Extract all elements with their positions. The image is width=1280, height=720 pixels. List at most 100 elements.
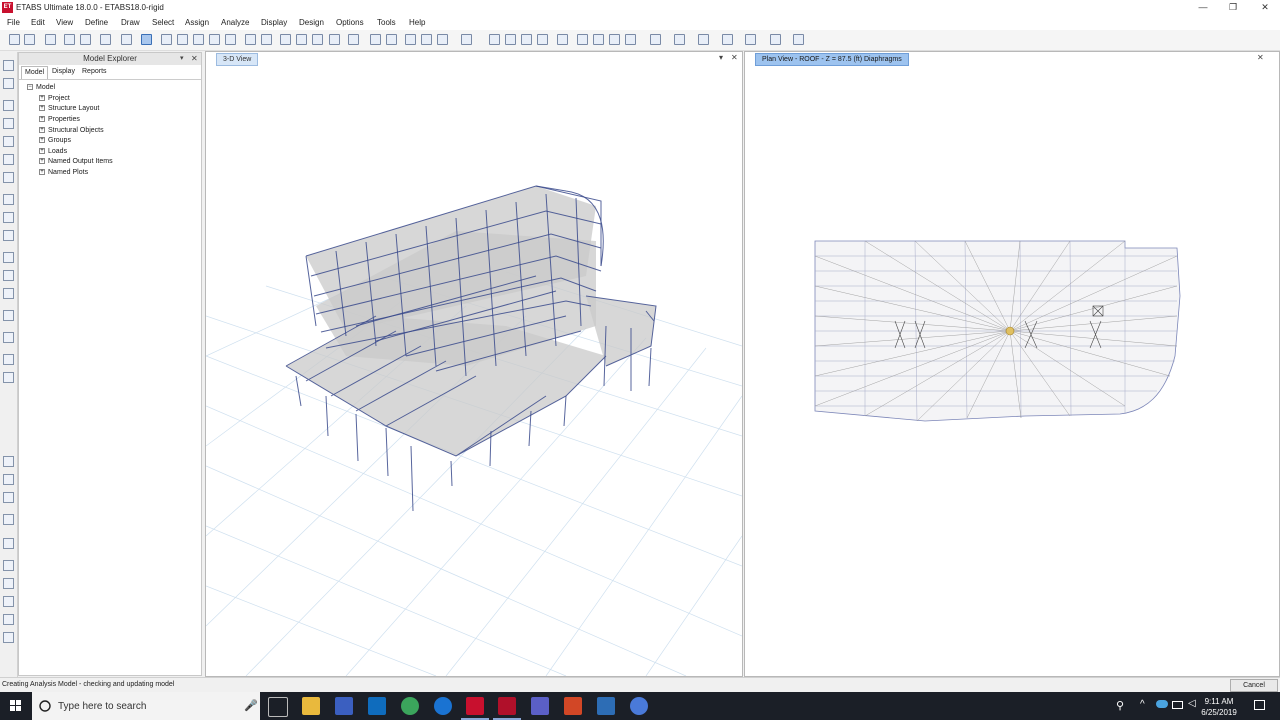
snap-intersection-icon[interactable] xyxy=(3,560,14,571)
reference-line-icon[interactable] xyxy=(577,34,588,45)
windows-start-icon[interactable] xyxy=(0,692,32,720)
expand-icon[interactable]: + xyxy=(39,116,45,123)
plan-view-close-icon[interactable]: ✕ xyxy=(1257,53,1264,62)
snap-parallel-icon[interactable] xyxy=(3,614,14,625)
draw-joint-icon[interactable] xyxy=(3,354,14,365)
menu-edit[interactable]: Edit xyxy=(31,18,45,27)
expand-icon[interactable]: + xyxy=(39,169,45,176)
draw-opening-icon[interactable] xyxy=(3,288,14,299)
menu-file[interactable]: File xyxy=(7,18,20,27)
expand-icon[interactable]: + xyxy=(39,95,45,102)
plan-canvas[interactable] xyxy=(745,66,1279,676)
notifications-icon[interactable] xyxy=(1254,700,1265,710)
zoom-previous-icon[interactable] xyxy=(225,34,236,45)
chevron-up-icon[interactable]: ^ xyxy=(1140,699,1145,710)
zoom-rubber-icon[interactable] xyxy=(161,34,172,45)
3d-view-window[interactable]: 3-D View ▾ ✕ xyxy=(205,51,743,677)
menu-view[interactable]: View xyxy=(56,18,73,27)
draw-column-tool-icon[interactable] xyxy=(3,136,14,147)
draw-column-icon[interactable] xyxy=(521,34,532,45)
menu-options[interactable]: Options xyxy=(336,18,364,27)
menu-analyze[interactable]: Analyze xyxy=(221,18,249,27)
quick-draw-wall-icon[interactable] xyxy=(3,270,14,281)
draw-curve-icon[interactable] xyxy=(3,372,14,383)
tree-item-structure-layout[interactable]: + Structure Layout xyxy=(39,105,99,112)
tree-item-groups[interactable]: + Groups xyxy=(39,137,71,144)
expand-icon[interactable]: + xyxy=(39,148,45,155)
snap-all-icon[interactable] xyxy=(3,456,14,467)
quick-draw-floor-icon[interactable] xyxy=(3,230,14,241)
microphone-icon[interactable]: 🎤 xyxy=(244,699,258,712)
draw-link-icon[interactable] xyxy=(3,310,14,321)
expand-icon[interactable]: + xyxy=(39,127,45,134)
people-icon[interactable]: ⚲ xyxy=(1116,699,1124,712)
view-3d-icon[interactable] xyxy=(280,34,291,45)
outlook-icon[interactable] xyxy=(368,697,386,715)
expand-icon[interactable]: + xyxy=(39,158,45,165)
zoom-window-icon[interactable] xyxy=(177,34,188,45)
expand-icon[interactable]: + xyxy=(39,105,45,112)
plan-view-icon[interactable] xyxy=(296,34,307,45)
move-down-icon[interactable] xyxy=(386,34,397,45)
collapse-icon[interactable]: − xyxy=(27,84,33,91)
view-dropdown-icon[interactable]: ▾ xyxy=(719,53,723,62)
undo-icon[interactable] xyxy=(64,34,75,45)
snap-grid-icon[interactable] xyxy=(3,632,14,643)
shell-assign-icon[interactable] xyxy=(698,34,709,45)
tree-item-loads[interactable]: + Loads xyxy=(39,148,67,155)
maximize-button[interactable]: ❐ xyxy=(1218,1,1248,15)
chrome-icon[interactable] xyxy=(401,697,419,715)
lock-icon[interactable] xyxy=(121,34,132,45)
volume-icon[interactable]: ◁ xyxy=(1188,698,1196,709)
menu-draw[interactable]: Draw xyxy=(121,18,140,27)
tab-plan-view[interactable]: Plan View - ROOF - Z = 87.5 (ft) Diaphra… xyxy=(755,53,909,66)
minimize-button[interactable]: — xyxy=(1188,1,1218,15)
clock-time[interactable]: 9:11 AM xyxy=(1196,697,1242,706)
perspective-icon[interactable] xyxy=(348,34,359,45)
open-icon[interactable] xyxy=(24,34,35,45)
menu-help[interactable]: Help xyxy=(409,18,425,27)
view-close-icon[interactable]: ✕ xyxy=(731,53,738,62)
pan-icon[interactable] xyxy=(245,34,256,45)
measure-icon[interactable] xyxy=(793,34,804,45)
elevation-view-icon[interactable] xyxy=(312,34,323,45)
draw-frame-icon[interactable] xyxy=(3,118,14,129)
tab-3d-view[interactable]: 3-D View xyxy=(216,53,259,66)
pointer-icon[interactable] xyxy=(3,60,14,71)
snap-point-icon[interactable] xyxy=(3,474,14,485)
zoom-out-icon[interactable] xyxy=(209,34,220,45)
draw-grid-icon[interactable] xyxy=(3,332,14,343)
set-display-icon[interactable] xyxy=(405,34,416,45)
app-blue-icon[interactable] xyxy=(335,697,353,715)
powerpoint-icon[interactable] xyxy=(564,697,582,715)
joint-assign-icon[interactable] xyxy=(650,34,661,45)
snap-extension-icon[interactable] xyxy=(3,596,14,607)
pencil-icon[interactable] xyxy=(100,34,111,45)
tab-display[interactable]: Display xyxy=(49,68,78,75)
move-up-icon[interactable] xyxy=(370,34,381,45)
rotate-view-icon[interactable] xyxy=(329,34,340,45)
plan-view-window[interactable]: Plan View - ROOF - Z = 87.5 (ft) Diaphra… xyxy=(744,51,1280,677)
draw-brace-tool-icon[interactable] xyxy=(3,172,14,183)
snap-perpendicular-icon[interactable] xyxy=(3,578,14,589)
clock-date[interactable]: 6/25/2019 xyxy=(1196,708,1242,717)
expand-icon[interactable]: + xyxy=(39,137,45,144)
network-icon[interactable] xyxy=(1172,701,1183,709)
app-gear-icon[interactable] xyxy=(597,697,615,715)
rubber-band-icon[interactable] xyxy=(261,34,272,45)
draw-wall-tool-icon[interactable] xyxy=(3,252,14,263)
taskbar-search-box[interactable]: Type here to search 🎤 xyxy=(32,692,260,720)
object-shrink-icon[interactable] xyxy=(461,34,472,45)
check-icon[interactable] xyxy=(421,34,432,45)
explorer-close-icon[interactable]: ✕ xyxy=(191,54,198,63)
tree-item-named-plots[interactable]: + Named Plots xyxy=(39,169,88,176)
draw-tendon-icon[interactable] xyxy=(609,34,620,45)
frame-assign-icon[interactable] xyxy=(674,34,685,45)
close-button[interactable]: ✕ xyxy=(1250,1,1280,15)
draw-line-icon[interactable] xyxy=(3,100,14,111)
menu-select[interactable]: Select xyxy=(152,18,174,27)
dimension-icon[interactable] xyxy=(557,34,568,45)
assign-icon[interactable] xyxy=(437,34,448,45)
redo-icon[interactable] xyxy=(80,34,91,45)
run-analysis-icon[interactable] xyxy=(141,34,152,45)
